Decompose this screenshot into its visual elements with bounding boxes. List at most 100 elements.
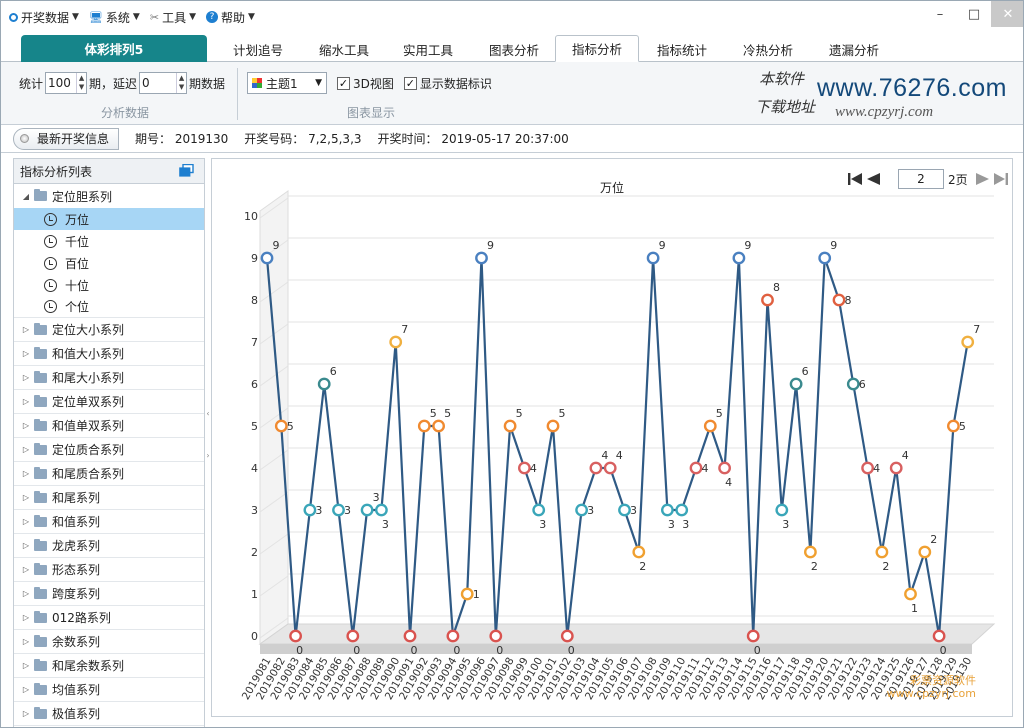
show-labels-checkbox[interactable]: ✓ 显示数据标识: [403, 75, 492, 92]
menu-system[interactable]: 🖥 系统 ▼: [85, 6, 144, 28]
menu-kaijiang[interactable]: 开奖数据 ▼: [5, 6, 83, 28]
data-point: [746, 629, 760, 643]
tree-node[interactable]: ▷ 和值单双系列: [14, 414, 204, 438]
tree-leaf-qian[interactable]: 千位: [14, 230, 204, 252]
delay-stepper[interactable]: 0 ▲ ▼: [139, 72, 188, 94]
draw-info-bar: 最新开奖信息 期号： 2019130 开奖号码： 7,2,5,3,3 开奖时间：…: [1, 125, 1023, 153]
collapsed-triangle-icon[interactable]: ▷: [18, 349, 34, 358]
tab-utility[interactable]: 实用工具: [383, 36, 473, 62]
collapsed-triangle-icon[interactable]: ▷: [18, 709, 34, 718]
y-tick-label: 1: [251, 588, 258, 601]
tree-node[interactable]: ▷ 和值系列: [14, 510, 204, 534]
logo-text-1: 本软件: [759, 70, 805, 88]
stepper-arrows-icon[interactable]: ▲ ▼: [176, 73, 186, 93]
view3d-checkbox[interactable]: ✓ 3D视图: [337, 75, 394, 92]
tree-node-dingwei-dan[interactable]: ◢ 定位胆系列: [14, 184, 204, 208]
data-point: [660, 503, 674, 517]
tree-node[interactable]: ▷ 跨度系列: [14, 582, 204, 606]
tab-hotcold[interactable]: 冷热分析: [723, 36, 813, 62]
folder-icon: [34, 514, 47, 527]
menu-tools[interactable]: ✂ 工具 ▼: [146, 6, 200, 28]
y-tick-label: 9: [251, 252, 258, 265]
tab-indicator-analysis[interactable]: 指标分析: [555, 35, 639, 62]
tree-node[interactable]: ▷ 定位单双系列: [14, 390, 204, 414]
tree-leaf-shi[interactable]: 十位: [14, 274, 204, 296]
y-tick-label: 5: [251, 420, 258, 433]
tree-node[interactable]: ▷ 和尾余数系列: [14, 654, 204, 678]
tree-node[interactable]: ▷ 龙虎系列: [14, 534, 204, 558]
tree-node[interactable]: ▷ 余数系列: [14, 630, 204, 654]
collapsed-triangle-icon[interactable]: ▷: [18, 589, 34, 598]
tree-node[interactable]: ▷ 012路系列: [14, 606, 204, 630]
tree-node[interactable]: ▷ 均值系列: [14, 678, 204, 702]
menu-label: 系统: [105, 10, 130, 25]
tree-node-label: 和值单双系列: [52, 419, 125, 433]
collapsed-triangle-icon[interactable]: ▷: [18, 469, 34, 478]
close-button[interactable]: ✕: [991, 1, 1023, 27]
collapsed-triangle-icon[interactable]: ▷: [18, 445, 34, 454]
last-page-icon[interactable]: [992, 170, 1010, 188]
tree-node[interactable]: ▷ 定位大小系列: [14, 318, 204, 342]
latest-draw-button[interactable]: 最新开奖信息: [13, 127, 119, 150]
collapsed-triangle-icon[interactable]: ▷: [18, 421, 34, 430]
tab-shrink[interactable]: 缩水工具: [299, 36, 389, 62]
latest-draw-label: 最新开奖信息: [37, 132, 110, 146]
tree-node[interactable]: ▷ 和尾大小系列: [14, 366, 204, 390]
collapsed-triangle-icon[interactable]: ▷: [18, 517, 34, 526]
data-point: [646, 251, 660, 265]
tree-node[interactable]: ▷ 定位质合系列: [14, 438, 204, 462]
collapsed-triangle-icon[interactable]: ▷: [18, 637, 34, 646]
collapsed-triangle-icon[interactable]: ▷: [18, 541, 34, 550]
tree-leaf-wan[interactable]: 万位: [14, 208, 204, 230]
y-tick-label: 8: [251, 294, 258, 307]
tab-plan[interactable]: 计划追号: [213, 36, 303, 62]
tab-indicator-stats[interactable]: 指标统计: [637, 36, 727, 62]
data-point: [503, 419, 517, 433]
copy-icon[interactable]: [179, 164, 194, 177]
tab-brand[interactable]: 体彩排列5: [21, 35, 207, 62]
expanded-triangle-icon[interactable]: ◢: [18, 192, 34, 201]
data-label: 6: [802, 365, 809, 378]
collapsed-triangle-icon[interactable]: ▷: [18, 565, 34, 574]
maximize-button[interactable]: □: [957, 1, 991, 27]
menu-help[interactable]: ? 帮助 ▼: [202, 6, 259, 28]
data-point: [875, 545, 889, 559]
tree-node[interactable]: ▷ 形态系列: [14, 558, 204, 582]
tree-node[interactable]: ▷ 极值系列: [14, 702, 204, 726]
collapsed-triangle-icon[interactable]: ▷: [18, 493, 34, 502]
tree-node[interactable]: ▷ 和值大小系列: [14, 342, 204, 366]
check-icon[interactable]: ✓: [403, 76, 417, 90]
folder-icon: [34, 562, 47, 575]
tree-node-label: 跨度系列: [52, 587, 101, 601]
show-labels-label: 显示数据标识: [419, 76, 492, 91]
next-page-icon[interactable]: [974, 170, 992, 188]
collapsed-triangle-icon[interactable]: ▷: [18, 397, 34, 406]
data-point: [761, 293, 774, 307]
collapsed-triangle-icon[interactable]: ▷: [18, 373, 34, 382]
chevron-down-icon: ▼: [315, 78, 322, 88]
tree-node[interactable]: ▷ 和尾质合系列: [14, 462, 204, 486]
first-page-icon[interactable]: [846, 170, 864, 188]
minimize-button[interactable]: –: [923, 1, 957, 27]
tree-node[interactable]: ▷ 和尾系列: [14, 486, 204, 510]
tree-leaf-bai[interactable]: 百位: [14, 252, 204, 274]
menu-bar: 开奖数据 ▼ 🖥 系统 ▼ ✂ 工具 ▼ ? 帮助 ▼ – □ ✕: [1, 1, 1023, 33]
check-icon[interactable]: ✓: [337, 76, 350, 90]
tab-chart[interactable]: 图表分析: [469, 36, 559, 62]
theme-select[interactable]: 主题1 ▼: [247, 72, 327, 94]
tab-omission[interactable]: 遗漏分析: [809, 36, 899, 62]
collapsed-triangle-icon[interactable]: ▷: [18, 613, 34, 622]
stat-count-value[interactable]: 100: [46, 76, 76, 90]
tree-node-label: 形态系列: [52, 563, 101, 577]
collapsed-triangle-icon[interactable]: ▷: [18, 685, 34, 694]
tree-leaf-ge[interactable]: 个位: [14, 296, 204, 318]
stepper-arrows-icon[interactable]: ▲ ▼: [76, 73, 86, 93]
data-label: 3: [539, 518, 546, 531]
data-label: 0: [353, 644, 360, 657]
page-number-input[interactable]: 2: [898, 169, 944, 189]
delay-value[interactable]: 0: [140, 76, 176, 90]
collapsed-triangle-icon[interactable]: ▷: [18, 661, 34, 670]
stat-count-stepper[interactable]: 100 ▲ ▼: [45, 72, 88, 94]
collapsed-triangle-icon[interactable]: ▷: [18, 325, 34, 334]
prev-page-icon[interactable]: [864, 170, 882, 188]
